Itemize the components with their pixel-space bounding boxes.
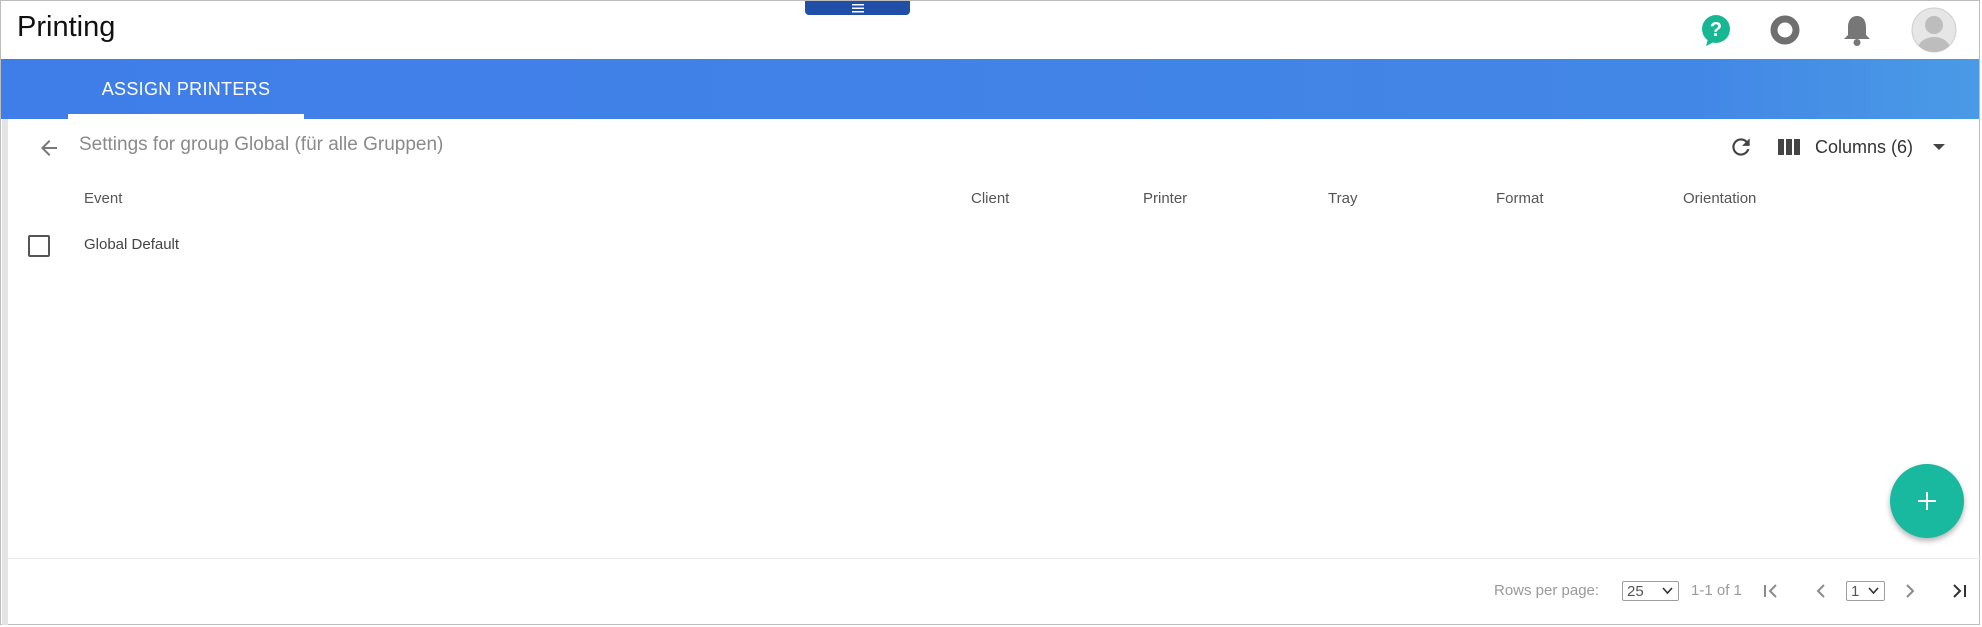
- arrow-left-icon: [41, 140, 57, 156]
- cell-event: Global Default: [84, 236, 180, 253]
- tab-assign-printers[interactable]: ASSIGN PRINTERS: [68, 59, 304, 119]
- refresh-button[interactable]: [1726, 132, 1756, 162]
- status-circle-icon: [1770, 15, 1800, 45]
- column-header-printer[interactable]: Printer: [1143, 190, 1187, 207]
- back-button[interactable]: [34, 133, 64, 163]
- notifications-button[interactable]: [1837, 10, 1877, 50]
- last-page-button[interactable]: [1946, 578, 1972, 604]
- chevron-down-icon: [1933, 144, 1946, 150]
- page-select-value: 1: [1851, 582, 1860, 600]
- bell-icon: [1844, 16, 1870, 46]
- column-header-format[interactable]: Format: [1496, 190, 1544, 207]
- status-button[interactable]: [1765, 10, 1805, 50]
- top-header: Printing ?: [1, 1, 1979, 59]
- column-header-orientation[interactable]: Orientation: [1683, 190, 1756, 207]
- columns-label: Columns (6): [1815, 136, 1914, 157]
- chevron-down-icon: [1662, 587, 1673, 595]
- row-checkbox[interactable]: [28, 235, 50, 257]
- chevron-down-icon: [1868, 587, 1879, 595]
- pagination-range: 1-1 of 1: [1691, 582, 1742, 599]
- previous-page-button[interactable]: [1808, 578, 1834, 604]
- app-window: Printing ? ASSIGN PRINTERS Settings for …: [0, 0, 1980, 625]
- menu-icon: [851, 4, 864, 13]
- tab-bar: ASSIGN PRINTERS: [1, 59, 1979, 119]
- first-page-icon: [1764, 584, 1777, 598]
- svg-text:?: ?: [1710, 19, 1722, 41]
- chevron-right-icon: [1906, 584, 1915, 598]
- rows-per-page-label: Rows per page:: [1494, 582, 1600, 599]
- page-select[interactable]: 1: [1846, 581, 1885, 601]
- settings-subtitle: Settings for group Global (für alle Grup…: [79, 134, 444, 155]
- footer-divider: [8, 558, 1980, 559]
- plus-icon: [1918, 492, 1936, 510]
- column-header-event[interactable]: Event: [84, 190, 122, 207]
- add-assignment-button[interactable]: [1890, 464, 1964, 538]
- help-icon: ?: [1702, 15, 1730, 46]
- menu-toggle-button[interactable]: [805, 1, 910, 15]
- left-edge-divider: [2, 119, 8, 625]
- column-header-tray[interactable]: Tray: [1328, 190, 1357, 207]
- first-page-button[interactable]: [1758, 578, 1784, 604]
- column-header-client[interactable]: Client: [971, 190, 1009, 207]
- chevron-left-icon: [1816, 584, 1825, 598]
- user-avatar[interactable]: [1911, 7, 1957, 53]
- next-page-button[interactable]: [1897, 578, 1923, 604]
- user-avatar-icon: [1911, 7, 1957, 53]
- refresh-icon: [1732, 138, 1750, 156]
- view-columns-icon: [1778, 139, 1800, 155]
- rows-per-page-select[interactable]: 25: [1622, 581, 1679, 601]
- help-button[interactable]: ?: [1696, 10, 1736, 50]
- table-row[interactable]: Global Default: [9, 226, 1969, 266]
- page-title: Printing: [17, 11, 116, 43]
- last-page-icon: [1953, 584, 1966, 598]
- rows-per-page-value: 25: [1627, 582, 1644, 600]
- columns-menu-button[interactable]: Columns (6): [1777, 131, 1946, 163]
